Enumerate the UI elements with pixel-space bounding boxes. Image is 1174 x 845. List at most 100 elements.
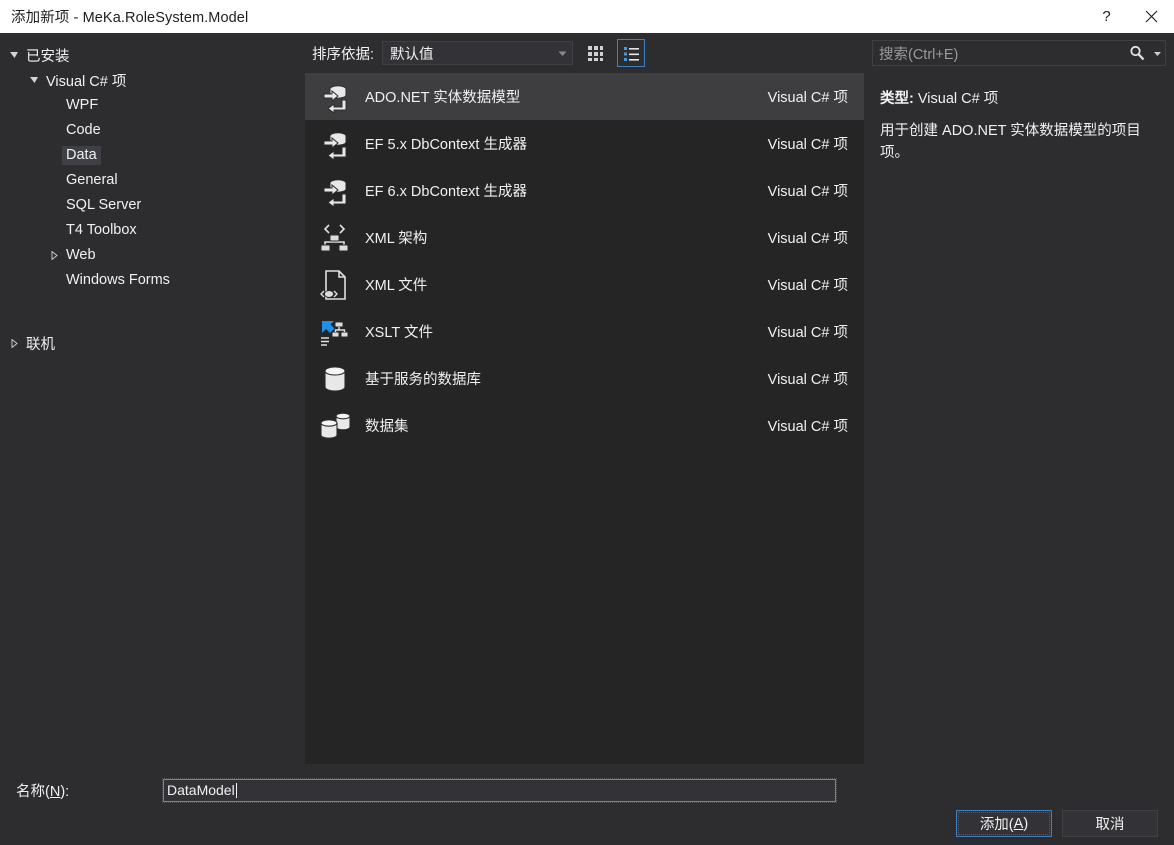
close-icon bbox=[1145, 10, 1158, 23]
tree-item-general[interactable]: General bbox=[0, 168, 305, 193]
list-item-xml-file[interactable]: XML 文件 Visual C# 项 bbox=[305, 261, 864, 308]
list-item-name: ADO.NET 实体数据模型 bbox=[365, 90, 521, 106]
sort-by-dropdown[interactable]: 默认值 bbox=[382, 41, 574, 65]
xml-schema-icon bbox=[317, 220, 353, 256]
search-area: 搜索(Ctrl+E) bbox=[864, 33, 1174, 73]
list-item-kind: Visual C# 项 bbox=[767, 372, 848, 388]
tree-item-windows-forms[interactable]: Windows Forms bbox=[0, 268, 305, 293]
list-item-kind: Visual C# 项 bbox=[767, 325, 848, 341]
search-input[interactable]: 搜索(Ctrl+E) bbox=[872, 40, 1166, 66]
name-label: 名称(N): bbox=[0, 780, 163, 801]
name-label-suffix: ): bbox=[60, 783, 70, 800]
tree-item-label: Data bbox=[62, 146, 101, 165]
name-field-row: 名称(N): DataModel bbox=[0, 774, 1174, 806]
tree-item-online[interactable]: 联机 bbox=[0, 331, 305, 356]
list-item-xslt-file[interactable]: XSLT 文件 Visual C# 项 bbox=[305, 308, 864, 355]
search-placeholder: 搜索(Ctrl+E) bbox=[879, 46, 959, 63]
detail-type-value: Visual C# 项 bbox=[917, 91, 999, 107]
text-caret bbox=[235, 782, 237, 798]
name-input-value: DataModel bbox=[167, 782, 235, 798]
dialog-footer: 名称(N): DataModel 添加(A) 取消 bbox=[0, 764, 1174, 845]
search-options-chevron-down-icon[interactable] bbox=[1149, 49, 1165, 58]
cancel-button[interactable]: 取消 bbox=[1062, 810, 1158, 837]
list-item-ef-6x-dbcontext-generator[interactable]: EF 6.x DbContext 生成器 Visual C# 项 bbox=[305, 167, 864, 214]
sort-by-label: 排序依据: bbox=[312, 46, 375, 63]
detail-type-label: 类型: bbox=[880, 91, 914, 107]
list-item-name: XML 文件 bbox=[365, 278, 428, 294]
add-new-item-dialog: 添加新项 - MeKa.RoleSystem.Model ? 已安装 Visua… bbox=[0, 0, 1174, 845]
add-button-prefix: 添加( bbox=[979, 817, 1014, 833]
chevron-down-icon[interactable] bbox=[552, 48, 572, 59]
list-item-dataset[interactable]: 数据集 Visual C# 项 bbox=[305, 402, 864, 449]
tree-item-label: 联机 bbox=[26, 336, 55, 353]
tree-item-label: 已安装 bbox=[26, 48, 70, 65]
sort-by-value: 默认值 bbox=[390, 46, 434, 63]
chevron-right-icon[interactable] bbox=[6, 339, 22, 348]
tree-item-visual-csharp[interactable]: Visual C# 项 bbox=[0, 68, 305, 93]
xml-file-icon bbox=[317, 267, 353, 303]
entity-data-model-icon bbox=[317, 173, 353, 209]
list-toolbar: 排序依据: 默认值 bbox=[305, 33, 864, 73]
entity-data-model-icon bbox=[317, 79, 353, 115]
list-item-name: XML 架构 bbox=[365, 231, 428, 247]
cancel-button-label: 取消 bbox=[1095, 817, 1125, 833]
list-item-name: 基于服务的数据库 bbox=[365, 372, 481, 388]
help-button[interactable]: ? bbox=[1084, 0, 1129, 33]
list-item-ef-5x-dbcontext-generator[interactable]: EF 5.x DbContext 生成器 Visual C# 项 bbox=[305, 120, 864, 167]
close-button[interactable] bbox=[1129, 0, 1174, 33]
tree-item-label: General bbox=[66, 172, 118, 188]
name-label-accelerator: N bbox=[49, 783, 61, 800]
tree-item-sql-server[interactable]: SQL Server bbox=[0, 193, 305, 218]
list-view-icon bbox=[623, 46, 639, 61]
chevron-right-icon[interactable] bbox=[46, 251, 62, 260]
list-item-name: 数据集 bbox=[365, 419, 409, 435]
tree-item-t4-toolbox[interactable]: T4 Toolbox bbox=[0, 218, 305, 243]
search-icon[interactable] bbox=[1125, 45, 1149, 62]
tree-item-label: Code bbox=[66, 122, 101, 138]
list-item-service-based-database[interactable]: 基于服务的数据库 Visual C# 项 bbox=[305, 355, 864, 402]
name-input[interactable]: DataModel bbox=[162, 777, 837, 803]
question-mark-icon: ? bbox=[1102, 8, 1111, 25]
add-button[interactable]: 添加(A) bbox=[956, 810, 1052, 837]
tree-item-label: Visual C# 项 bbox=[46, 73, 127, 90]
list-item-name: EF 6.x DbContext 生成器 bbox=[365, 184, 527, 200]
title-bar-buttons: ? bbox=[1084, 0, 1174, 33]
add-button-suffix: ) bbox=[1023, 815, 1029, 832]
list-item-name: XSLT 文件 bbox=[365, 325, 433, 341]
detail-type-row: 类型: Visual C# 项 bbox=[880, 87, 1158, 108]
details-pane: 类型: Visual C# 项 用于创建 ADO.NET 实体数据模型的项目项。 bbox=[864, 73, 1174, 764]
tree-item-label: Windows Forms bbox=[66, 272, 170, 288]
name-label-prefix: 名称( bbox=[16, 783, 50, 800]
title-bar: 添加新项 - MeKa.RoleSystem.Model ? bbox=[0, 0, 1174, 33]
list-item-xml-schema[interactable]: XML 架构 Visual C# 项 bbox=[305, 214, 864, 261]
window-title: 添加新项 - MeKa.RoleSystem.Model bbox=[11, 10, 249, 26]
dataset-icon bbox=[317, 408, 353, 444]
xslt-file-icon bbox=[317, 314, 353, 350]
footer-buttons: 添加(A) 取消 bbox=[956, 810, 1158, 837]
list-item-kind: Visual C# 项 bbox=[767, 278, 848, 294]
list-item-ado-net-entity-data-model[interactable]: ADO.NET 实体数据模型 Visual C# 项 bbox=[305, 73, 864, 120]
chevron-down-icon[interactable] bbox=[26, 76, 42, 85]
tree-item-code[interactable]: Code bbox=[0, 118, 305, 143]
tree-item-data[interactable]: Data bbox=[0, 143, 305, 168]
list-item-name: EF 5.x DbContext 生成器 bbox=[365, 137, 527, 153]
grid-view-button[interactable] bbox=[581, 39, 609, 67]
dialog-body: 已安装 Visual C# 项 WPF Code Data General SQ… bbox=[0, 33, 1174, 845]
tree-item-label: WPF bbox=[66, 97, 99, 113]
list-item-kind: Visual C# 项 bbox=[767, 419, 848, 435]
tree-item-label: SQL Server bbox=[66, 197, 142, 213]
tree-item-installed[interactable]: 已安装 bbox=[0, 43, 305, 68]
chevron-down-icon[interactable] bbox=[6, 51, 22, 60]
tree-item-label: T4 Toolbox bbox=[66, 222, 137, 238]
grid-view-icon bbox=[587, 45, 603, 61]
list-item-kind: Visual C# 项 bbox=[767, 231, 848, 247]
list-item-kind: Visual C# 项 bbox=[767, 184, 848, 200]
database-icon bbox=[317, 361, 353, 397]
add-button-accelerator: A bbox=[1013, 815, 1024, 832]
tree-item-wpf[interactable]: WPF bbox=[0, 93, 305, 118]
detail-description: 用于创建 ADO.NET 实体数据模型的项目项。 bbox=[880, 123, 1141, 162]
item-template-list[interactable]: ADO.NET 实体数据模型 Visual C# 项 EF 5.x DbCont… bbox=[305, 73, 864, 764]
category-tree[interactable]: 已安装 Visual C# 项 WPF Code Data General SQ… bbox=[0, 33, 305, 727]
list-view-button[interactable] bbox=[617, 39, 646, 67]
tree-item-web[interactable]: Web bbox=[0, 243, 305, 268]
